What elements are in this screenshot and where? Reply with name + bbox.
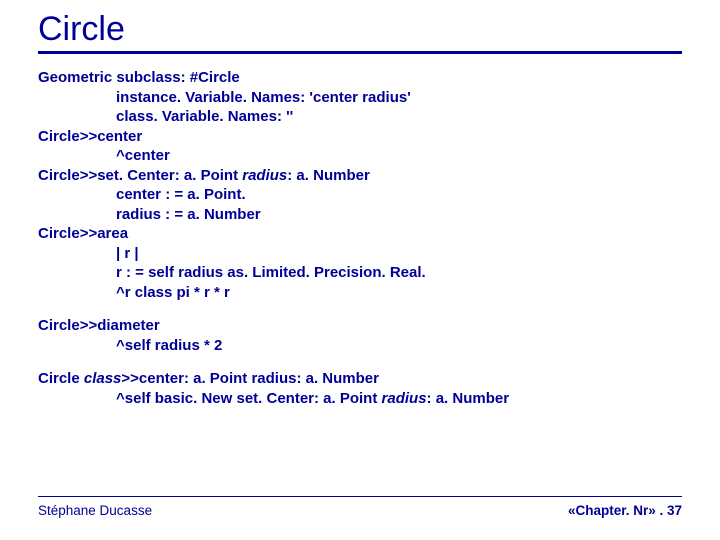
footer-rule (38, 496, 682, 497)
blank-line (38, 355, 682, 369)
code-line: ^center (38, 146, 682, 166)
code-line: r : = self radius as. Limited. Precision… (38, 263, 682, 283)
code-line: Circle>>center (38, 127, 682, 147)
code-span: >>center: a. Point radius: a. Number (121, 370, 379, 387)
code-span: Circle (38, 370, 84, 387)
code-line: Circle>>area (38, 224, 682, 244)
page-title: Circle (38, 10, 682, 49)
code-span: Circle>>set. Center: a. Point (38, 167, 242, 184)
code-span: : a. Number (427, 390, 510, 407)
code-span-italic: radius (382, 390, 427, 407)
code-line: center : = a. Point. (38, 185, 682, 205)
code-line: class. Variable. Names: '' (38, 107, 682, 127)
code-line: Circle class>>center: a. Point radius: a… (38, 369, 682, 389)
code-block: Geometric subclass: #Circle instance. Va… (38, 68, 682, 408)
code-line: ^self basic. New set. Center: a. Point r… (38, 389, 682, 409)
code-line: | r | (38, 244, 682, 264)
blank-line (38, 302, 682, 316)
code-span-italic: class (84, 370, 122, 387)
code-line: radius : = a. Number (38, 205, 682, 225)
footer-author: Stéphane Ducasse (38, 503, 152, 518)
footer: Stéphane Ducasse «Chapter. Nr» . 37 (38, 496, 682, 518)
slide: Circle Geometric subclass: #Circle insta… (0, 0, 720, 540)
code-span-italic: radius (242, 167, 287, 184)
code-line: Circle>>diameter (38, 316, 682, 336)
code-line: Geometric subclass: #Circle (38, 68, 682, 88)
code-span: ^self basic. New set. Center: a. Point (116, 390, 382, 407)
footer-pager: «Chapter. Nr» . 37 (568, 503, 682, 518)
footer-row: Stéphane Ducasse «Chapter. Nr» . 37 (38, 503, 682, 518)
code-span: : a. Number (287, 167, 370, 184)
code-line: Circle>>set. Center: a. Point radius: a.… (38, 166, 682, 186)
code-line: ^self radius * 2 (38, 336, 682, 356)
title-rule-thin (38, 53, 682, 54)
code-line: instance. Variable. Names: 'center radiu… (38, 88, 682, 108)
code-line: ^r class pi * r * r (38, 283, 682, 303)
